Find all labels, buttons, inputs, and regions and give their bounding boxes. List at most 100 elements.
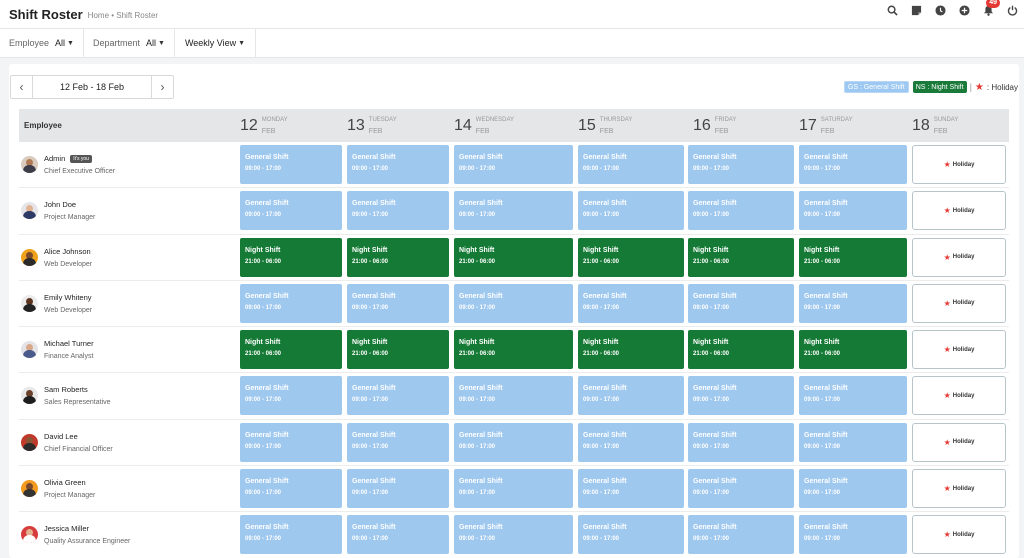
- employee-info[interactable]: Admin It's you Chief Executive Officer: [21, 142, 115, 187]
- general-shift-cell[interactable]: General Shift 09:00 - 17:00: [454, 376, 573, 416]
- view-selector-value[interactable]: Weekly View: [185, 38, 236, 48]
- holiday-cell[interactable]: ★ Holiday: [912, 330, 1006, 370]
- plus-circle-icon[interactable]: [952, 0, 976, 20]
- holiday-cell[interactable]: ★ Holiday: [912, 469, 1006, 509]
- general-shift-cell[interactable]: General Shift 09:00 - 17:00: [799, 469, 907, 509]
- night-shift-cell[interactable]: Night Shift 21:00 - 06:00: [688, 237, 794, 277]
- night-shift-cell[interactable]: Night Shift 21:00 - 06:00: [578, 237, 684, 277]
- night-shift-cell[interactable]: Night Shift 21:00 - 06:00: [454, 237, 573, 277]
- general-shift-cell[interactable]: General Shift 09:00 - 17:00: [240, 469, 342, 509]
- employee-info[interactable]: Alice Johnson Web Developer: [21, 235, 92, 280]
- employee-info[interactable]: Emily Whiteny Web Developer: [21, 281, 92, 326]
- employee-filter[interactable]: Employee All ▼: [0, 28, 84, 58]
- night-shift-cell[interactable]: Night Shift 21:00 - 06:00: [454, 330, 573, 370]
- general-shift-cell[interactable]: General Shift 09:00 - 17:00: [347, 283, 449, 323]
- general-shift-cell[interactable]: General Shift 09:00 - 17:00: [578, 145, 684, 184]
- general-shift-cell[interactable]: General Shift 09:00 - 17:00: [799, 283, 907, 323]
- holiday-cell[interactable]: ★ Holiday: [912, 515, 1006, 555]
- general-shift-cell[interactable]: General Shift 09:00 - 17:00: [240, 422, 342, 462]
- general-shift-cell[interactable]: General Shift 09:00 - 17:00: [240, 145, 342, 184]
- employee-info[interactable]: Olivia Green Project Manager: [21, 466, 95, 511]
- employee-name[interactable]: John Doe: [44, 200, 76, 209]
- holiday-cell[interactable]: ★ Holiday: [912, 145, 1006, 184]
- general-shift-cell[interactable]: General Shift 09:00 - 17:00: [454, 469, 573, 509]
- employee-info[interactable]: Sam Roberts Sales Representative: [21, 373, 111, 418]
- department-filter-value[interactable]: All: [146, 38, 156, 48]
- general-shift-cell[interactable]: General Shift 09:00 - 17:00: [799, 191, 907, 231]
- general-shift-cell[interactable]: General Shift 09:00 - 17:00: [240, 515, 342, 555]
- previous-week-button[interactable]: ‹: [11, 76, 33, 98]
- employee-info[interactable]: John Doe Project Manager: [21, 188, 95, 233]
- general-shift-cell[interactable]: General Shift 09:00 - 17:00: [688, 191, 794, 231]
- general-shift-cell[interactable]: General Shift 09:00 - 17:00: [347, 469, 449, 509]
- holiday-cell[interactable]: ★ Holiday: [912, 191, 1006, 231]
- night-shift-cell[interactable]: Night Shift 21:00 - 06:00: [347, 330, 449, 370]
- general-shift-cell[interactable]: General Shift 09:00 - 17:00: [688, 422, 794, 462]
- night-shift-cell[interactable]: Night Shift 21:00 - 06:00: [240, 237, 342, 277]
- night-shift-cell[interactable]: Night Shift 21:00 - 06:00: [799, 330, 907, 370]
- employee-filter-value[interactable]: All: [55, 38, 65, 48]
- employee-name[interactable]: Emily Whiteny: [44, 293, 92, 302]
- note-icon[interactable]: [904, 0, 928, 20]
- general-shift-cell[interactable]: General Shift 09:00 - 17:00: [347, 376, 449, 416]
- general-shift-cell[interactable]: General Shift 09:00 - 17:00: [240, 191, 342, 231]
- view-selector[interactable]: Weekly View ▼: [175, 28, 257, 58]
- employee-name[interactable]: Michael Turner: [44, 339, 94, 348]
- employee-name[interactable]: Alice Johnson: [44, 247, 91, 256]
- general-shift-cell[interactable]: General Shift 09:00 - 17:00: [799, 376, 907, 416]
- general-shift-cell[interactable]: General Shift 09:00 - 17:00: [688, 145, 794, 184]
- general-shift-cell[interactable]: General Shift 09:00 - 17:00: [454, 191, 573, 231]
- general-shift-cell[interactable]: General Shift 09:00 - 17:00: [578, 515, 684, 555]
- general-shift-cell[interactable]: General Shift 09:00 - 17:00: [578, 422, 684, 462]
- employee-name[interactable]: Jessica Miller: [44, 524, 89, 533]
- general-shift-cell[interactable]: General Shift 09:00 - 17:00: [347, 515, 449, 555]
- employee-info[interactable]: David Lee Chief Financial Officer: [21, 420, 113, 465]
- general-shift-cell[interactable]: General Shift 09:00 - 17:00: [578, 469, 684, 509]
- general-shift-cell[interactable]: General Shift 09:00 - 17:00: [688, 283, 794, 323]
- night-shift-cell[interactable]: Night Shift 21:00 - 06:00: [240, 330, 342, 370]
- general-shift-cell[interactable]: General Shift 09:00 - 17:00: [578, 376, 684, 416]
- general-shift-cell[interactable]: General Shift 09:00 - 17:00: [240, 283, 342, 323]
- general-shift-cell[interactable]: General Shift 09:00 - 17:00: [799, 145, 907, 184]
- night-shift-cell[interactable]: Night Shift 21:00 - 06:00: [688, 330, 794, 370]
- search-icon[interactable]: [880, 0, 904, 20]
- clock-icon[interactable]: [928, 0, 952, 20]
- breadcrumb[interactable]: Home • Shift Roster: [88, 11, 158, 20]
- general-shift-cell[interactable]: General Shift 09:00 - 17:00: [578, 191, 684, 231]
- general-shift-cell[interactable]: General Shift 09:00 - 17:00: [347, 191, 449, 231]
- general-shift-cell[interactable]: General Shift 09:00 - 17:00: [688, 515, 794, 555]
- general-shift-cell[interactable]: General Shift 09:00 - 17:00: [578, 283, 684, 323]
- shift-name: General Shift: [693, 524, 737, 532]
- night-shift-cell[interactable]: Night Shift 21:00 - 06:00: [799, 237, 907, 277]
- general-shift-cell[interactable]: General Shift 09:00 - 17:00: [454, 283, 573, 323]
- general-shift-cell[interactable]: General Shift 09:00 - 17:00: [799, 515, 907, 555]
- general-shift-cell[interactable]: General Shift 09:00 - 17:00: [347, 422, 449, 462]
- night-shift-cell[interactable]: Night Shift 21:00 - 06:00: [578, 330, 684, 370]
- power-icon[interactable]: [1000, 0, 1024, 20]
- holiday-cell[interactable]: ★ Holiday: [912, 237, 1006, 277]
- shift-time: 09:00 - 17:00: [583, 212, 620, 219]
- general-shift-cell[interactable]: General Shift 09:00 - 17:00: [347, 145, 449, 184]
- bell-icon[interactable]: 49: [976, 0, 1000, 20]
- employee-info[interactable]: Jessica Miller Quality Assurance Engineer: [21, 512, 130, 557]
- general-shift-cell[interactable]: General Shift 09:00 - 17:00: [454, 145, 573, 184]
- holiday-cell[interactable]: ★ Holiday: [912, 422, 1006, 462]
- employee-info[interactable]: Michael Turner Finance Analyst: [21, 327, 94, 372]
- holiday-cell[interactable]: ★ Holiday: [912, 376, 1006, 416]
- general-shift-cell[interactable]: General Shift 09:00 - 17:00: [240, 376, 342, 416]
- department-filter[interactable]: Department All ▼: [82, 28, 175, 58]
- general-shift-cell[interactable]: General Shift 09:00 - 17:00: [799, 422, 907, 462]
- employee-name[interactable]: Sam Roberts: [44, 385, 88, 394]
- shift-name: General Shift: [245, 385, 289, 393]
- night-shift-cell[interactable]: Night Shift 21:00 - 06:00: [347, 237, 449, 277]
- employee-name[interactable]: Admin: [44, 154, 65, 163]
- general-shift-cell[interactable]: General Shift 09:00 - 17:00: [688, 469, 794, 509]
- general-shift-cell[interactable]: General Shift 09:00 - 17:00: [454, 422, 573, 462]
- holiday-cell[interactable]: ★ Holiday: [912, 283, 1006, 323]
- shift-time: 09:00 - 17:00: [352, 443, 389, 450]
- employee-name[interactable]: Olivia Green: [44, 478, 86, 487]
- next-week-button[interactable]: ›: [151, 76, 173, 98]
- general-shift-cell[interactable]: General Shift 09:00 - 17:00: [454, 515, 573, 555]
- general-shift-cell[interactable]: General Shift 09:00 - 17:00: [688, 376, 794, 416]
- employee-name[interactable]: David Lee: [44, 432, 78, 441]
